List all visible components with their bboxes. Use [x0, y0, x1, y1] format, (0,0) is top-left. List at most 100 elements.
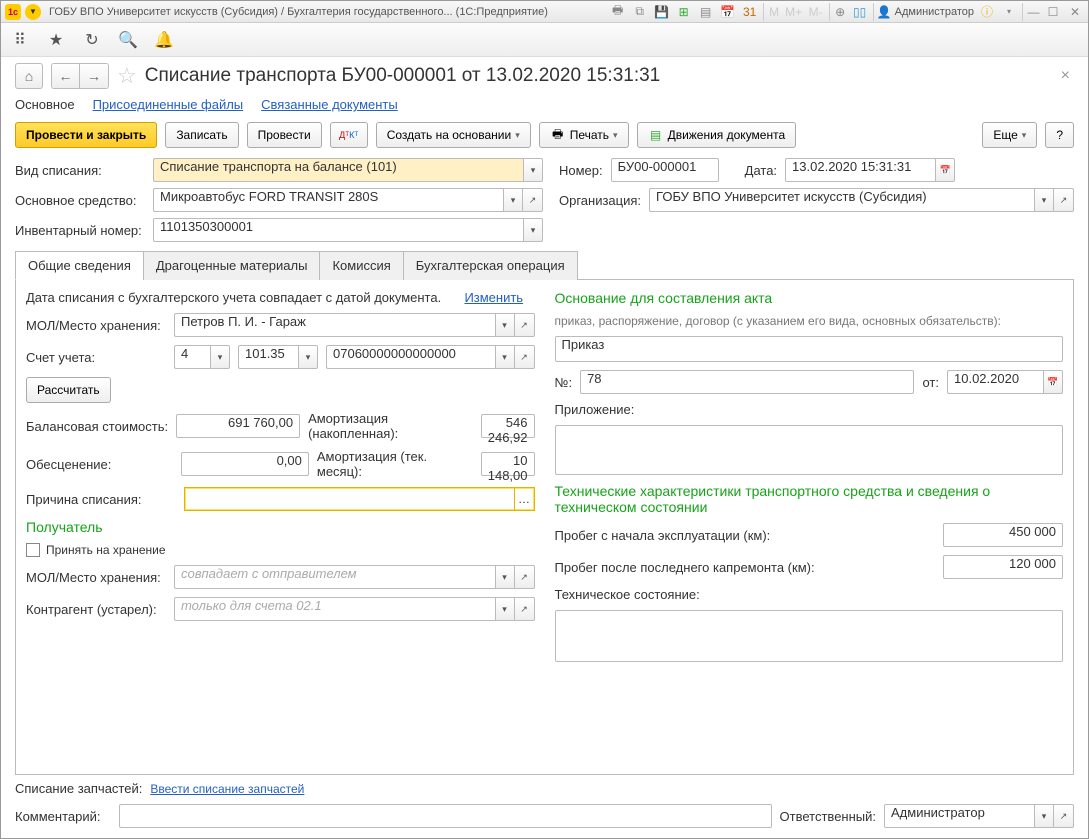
copy-icon[interactable]: ⧉	[631, 3, 649, 21]
comment-field[interactable]	[119, 804, 772, 828]
open-icon[interactable]: ↗	[523, 188, 543, 212]
back-button[interactable]: ←	[52, 64, 80, 88]
writeoff-type-field[interactable]: Списание транспорта на балансе (101) ▾	[153, 158, 543, 182]
subnav-related[interactable]: Связанные документы	[261, 97, 398, 112]
open-icon[interactable]: ↗	[1054, 188, 1074, 212]
dropdown-icon[interactable]: ▾	[1034, 188, 1054, 212]
close-page-icon[interactable]: ×	[1057, 63, 1074, 89]
tab-general[interactable]: Общие сведения	[15, 251, 144, 280]
zoom-icon[interactable]: ⊕	[829, 3, 847, 21]
db-icon[interactable]: ▤	[697, 3, 715, 21]
tab-precious[interactable]: Драгоценные материалы	[143, 251, 321, 280]
dropdown-icon[interactable]: ▾	[210, 345, 230, 369]
acc2-field[interactable]: 101.35 ▾	[238, 345, 318, 369]
print-icon[interactable]: 🖶	[609, 3, 627, 21]
history-icon[interactable]: ↻	[83, 31, 101, 49]
ellipsis-icon[interactable]: …	[514, 488, 534, 510]
depr-accum-field[interactable]: 546 246,92	[481, 414, 535, 438]
inv-num-input[interactable]: 1101350300001	[153, 218, 523, 242]
search-icon[interactable]: 🔍	[119, 31, 137, 49]
favorite-icon[interactable]: ★	[47, 31, 65, 49]
open-icon[interactable]: ↗	[1054, 804, 1074, 828]
mol2-field[interactable]: совпадает с отправителем ▾ ↗	[174, 565, 535, 589]
close-window-icon[interactable]: ✕	[1066, 3, 1084, 21]
dropdown-icon[interactable]: ▾	[495, 597, 515, 621]
org-field[interactable]: ГОБУ ВПО Университет искусств (Субсидия)…	[649, 188, 1074, 212]
dropdown-icon[interactable]: ▾	[495, 565, 515, 589]
dropdown-icon[interactable]: ▾	[495, 313, 515, 337]
user-label[interactable]: Администратор	[895, 6, 974, 18]
responsible-input[interactable]: Администратор	[884, 804, 1034, 828]
m-minus-icon[interactable]: M-	[807, 3, 825, 21]
calendar-picker-icon[interactable]: 📅	[1043, 370, 1063, 394]
acc1-input[interactable]: 4	[174, 345, 210, 369]
parts-link[interactable]: Ввести списание запчастей	[150, 782, 304, 796]
mileage-repair-field[interactable]: 120 000	[943, 555, 1063, 579]
print-button[interactable]: 🖶Печать▾	[539, 122, 629, 148]
m-plus-icon[interactable]: M+	[785, 3, 803, 21]
dropdown-icon[interactable]: ▾	[523, 218, 543, 242]
star-icon[interactable]: ☆	[117, 63, 137, 89]
basis-date-field[interactable]: 10.02.2020 📅	[947, 370, 1063, 394]
save-button[interactable]: Записать	[165, 122, 238, 148]
inv-num-field[interactable]: 1101350300001 ▾	[153, 218, 543, 242]
attachment-field[interactable]	[555, 425, 1064, 475]
more-button[interactable]: Еще▾	[982, 122, 1037, 148]
dropdown-icon[interactable]: ▾	[298, 345, 318, 369]
counterparty-field[interactable]: только для счета 02.1 ▾ ↗	[174, 597, 535, 621]
maximize-icon[interactable]: ☐	[1044, 3, 1062, 21]
org-input[interactable]: ГОБУ ВПО Университет искусств (Субсидия)	[649, 188, 1034, 212]
take-custody-checkbox[interactable]: Принять на хранение	[26, 543, 535, 557]
dropdown-icon[interactable]: ▾	[1034, 804, 1054, 828]
calc-icon[interactable]: ⊞	[675, 3, 693, 21]
forward-button[interactable]: →	[80, 64, 108, 88]
number-field[interactable]: БУ00-000001	[611, 158, 719, 182]
open-icon[interactable]: ↗	[515, 345, 535, 369]
acc2-input[interactable]: 101.35	[238, 345, 298, 369]
user-icon[interactable]: 👤	[873, 3, 891, 21]
impair-field[interactable]: 0,00	[181, 452, 309, 476]
calendar-icon[interactable]: 📅	[719, 3, 737, 21]
acc3-input[interactable]: 07060000000000000	[326, 345, 495, 369]
asset-input[interactable]: Микроавтобус FORD TRANSIT 280S	[153, 188, 503, 212]
post-button[interactable]: Провести	[247, 122, 322, 148]
basis-date-input[interactable]: 10.02.2020	[947, 370, 1043, 394]
reason-field[interactable]: …	[184, 487, 535, 511]
dropdown-icon[interactable]: ▾	[503, 188, 523, 212]
home-button[interactable]: ⌂	[15, 63, 43, 89]
date-input[interactable]: 13.02.2020 15:31:31	[785, 158, 935, 182]
info-caret-icon[interactable]: ▾	[1000, 3, 1018, 21]
bell-icon[interactable]: 🔔	[155, 31, 173, 49]
asset-field[interactable]: Микроавтобус FORD TRANSIT 280S ▾ ↗	[153, 188, 543, 212]
calendar-picker-icon[interactable]: 📅	[935, 158, 955, 182]
dropdown-icon[interactable]: ▾	[523, 158, 543, 182]
open-icon[interactable]: ↗	[515, 597, 535, 621]
counterparty-input[interactable]: только для счета 02.1	[174, 597, 495, 621]
post-and-close-button[interactable]: Провести и закрыть	[15, 122, 157, 148]
calculate-button[interactable]: Рассчитать	[26, 377, 111, 403]
writeoff-type-input[interactable]: Списание транспорта на балансе (101)	[153, 158, 523, 182]
titlebar-dropdown-icon[interactable]: ▼	[25, 4, 41, 20]
checkbox-icon[interactable]	[26, 543, 40, 557]
open-icon[interactable]: ↗	[515, 565, 535, 589]
date-field[interactable]: 13.02.2020 15:31:31 📅	[785, 158, 955, 182]
m-icon[interactable]: M	[763, 3, 781, 21]
depr-month-field[interactable]: 10 148,00	[481, 452, 535, 476]
mileage-start-field[interactable]: 450 000	[943, 523, 1063, 547]
reason-input[interactable]	[185, 488, 514, 510]
minimize-icon[interactable]: —	[1022, 3, 1040, 21]
change-link[interactable]: Изменить	[464, 290, 523, 305]
acc3-field[interactable]: 07060000000000000 ▾ ↗	[326, 345, 535, 369]
date-icon[interactable]: 31	[741, 3, 759, 21]
save-icon[interactable]: 💾	[653, 3, 671, 21]
subnav-files[interactable]: Присоединенные файлы	[93, 97, 244, 112]
tech-state-field[interactable]	[555, 610, 1064, 662]
book-value-field[interactable]: 691 760,00	[176, 414, 300, 438]
open-icon[interactable]: ↗	[515, 313, 535, 337]
subnav-main[interactable]: Основное	[15, 97, 75, 112]
apps-icon[interactable]: ⠿	[11, 31, 29, 49]
tab-commission[interactable]: Комиссия	[319, 251, 403, 280]
responsible-field[interactable]: Администратор ▾ ↗	[884, 804, 1074, 828]
help-button[interactable]: ?	[1045, 122, 1074, 148]
dt-kt-button[interactable]: ДᵀКᵀ	[330, 122, 368, 148]
